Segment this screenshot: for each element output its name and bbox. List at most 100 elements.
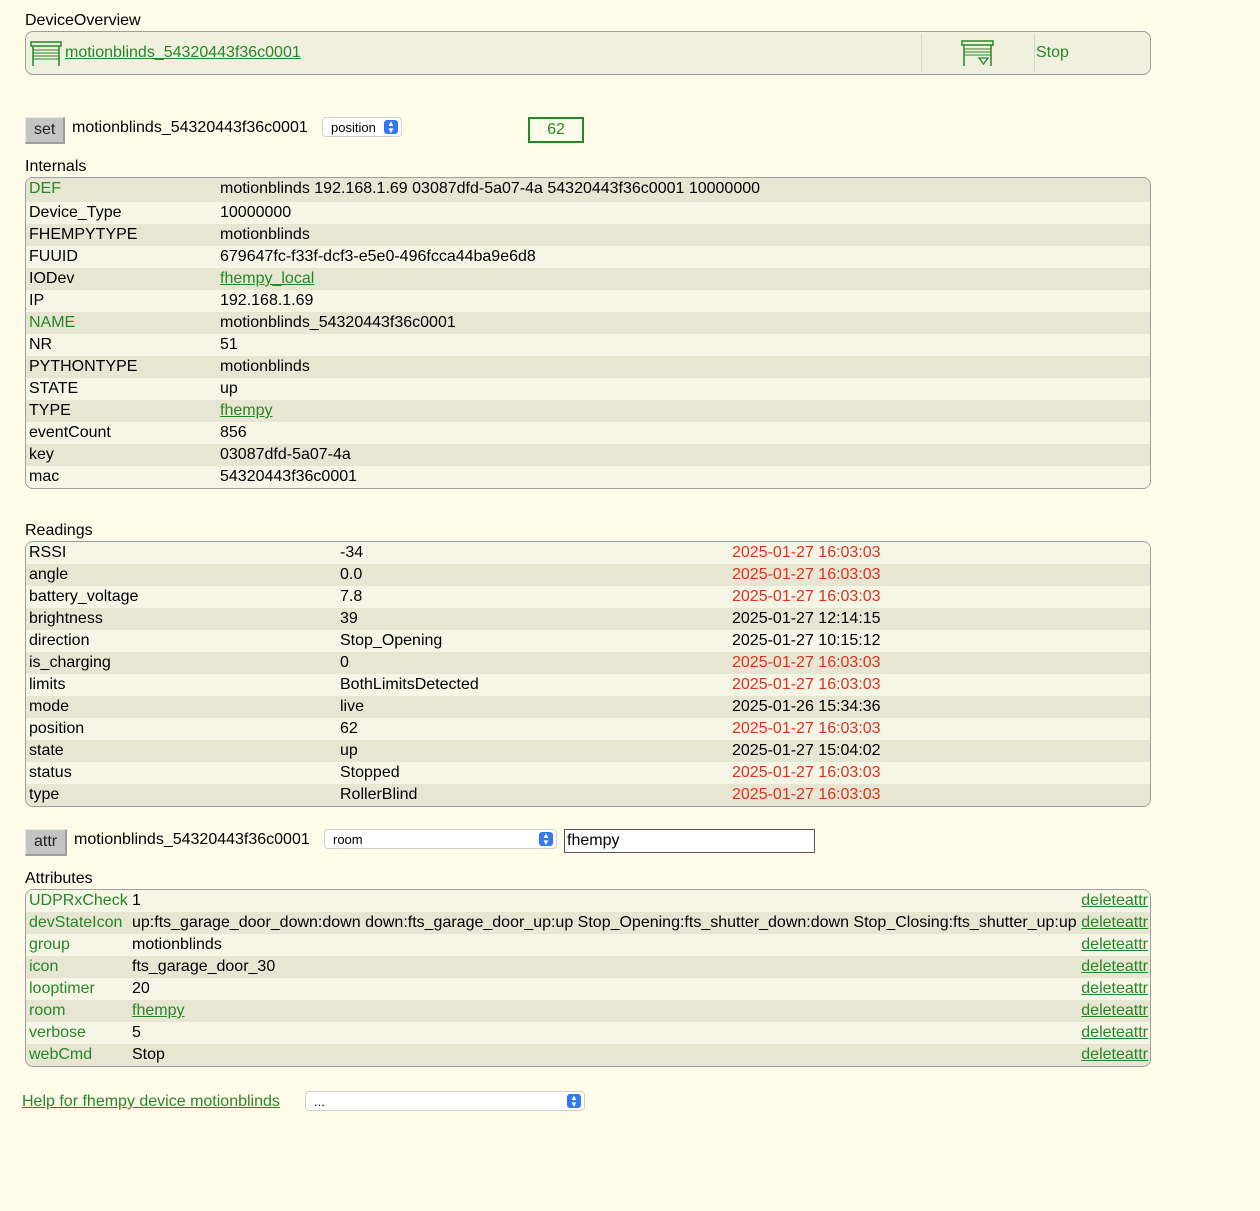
attributes-table: UDPRxCheck 1 deleteattr devStateIcon up:fts_… [25, 889, 1151, 1067]
reading-timestamp: 2025-01-27 16:03:03 [732, 764, 881, 781]
reading-value: Stop_Opening [340, 632, 443, 649]
attribute-value[interactable]: fhempy [132, 1000, 184, 1022]
internal-key: IODev [29, 270, 75, 287]
chevron-updown-icon: ▲ ▼ [567, 1094, 581, 1109]
internal-value: motionblinds [220, 358, 310, 375]
internal-value: 51 [220, 336, 238, 353]
reading-row: brightness 39 2025-01-27 12:14:15 [26, 608, 1150, 630]
reading-name: brightness [29, 610, 103, 627]
attr-button[interactable]: attr [25, 829, 68, 856]
position-value-field[interactable]: 62 [528, 117, 584, 143]
internal-value: 192.168.1.69 [220, 292, 314, 309]
reading-value: Stopped [340, 764, 400, 781]
internal-value[interactable]: fhempy_local [220, 268, 314, 290]
delete-attr-link[interactable]: deleteattr [1081, 1022, 1148, 1044]
attribute-name[interactable]: icon [29, 956, 58, 978]
internal-key[interactable]: NAME [29, 312, 75, 334]
internals-row: IODev fhempy_local [26, 268, 1150, 290]
internal-key: NR [29, 336, 53, 353]
delete-attr-link[interactable]: deleteattr [1081, 956, 1148, 978]
internal-key[interactable]: DEF [29, 178, 61, 200]
internals-row: NAME motionblinds_54320443f36c0001 [26, 312, 1150, 334]
attribute-name[interactable]: room [29, 1000, 65, 1022]
help-select-value: ... [314, 1094, 325, 1109]
attribute-row: looptimer 20 deleteattr [26, 978, 1150, 1000]
chevron-updown-icon: ▲ ▼ [539, 832, 553, 847]
delete-attr-link[interactable]: deleteattr [1081, 978, 1148, 1000]
reading-row: direction Stop_Opening 2025-01-27 10:15:12 [26, 630, 1150, 652]
internal-value[interactable]: fhempy [220, 400, 272, 422]
attribute-name[interactable]: UDPRxCheck [29, 890, 128, 912]
delete-attr-link[interactable]: deleteattr [1081, 912, 1148, 934]
device-link[interactable]: motionblinds_54320443f36c0001 [65, 44, 301, 61]
internals-row: mac 54320443f36c0001 [26, 466, 1150, 488]
reading-timestamp: 2025-01-27 16:03:03 [732, 588, 881, 605]
reading-name: battery_voltage [29, 588, 139, 605]
divider [921, 34, 922, 72]
reading-name: limits [29, 676, 66, 693]
device-state-icon[interactable] [961, 32, 995, 74]
help-link[interactable]: Help for fhempy device motionblinds [22, 1092, 280, 1112]
reading-row: type RollerBlind 2025-01-27 16:03:03 [26, 784, 1150, 806]
internal-key: IP [29, 292, 45, 309]
attribute-row: icon fts_garage_door_30 deleteattr [26, 956, 1150, 978]
reading-row: position 62 2025-01-27 16:03:03 [26, 718, 1150, 740]
reading-timestamp: 2025-01-27 16:03:03 [732, 544, 881, 561]
delete-attr-link[interactable]: deleteattr [1081, 1000, 1148, 1022]
internals-row: key 03087dfd-5a07-4a [26, 444, 1150, 466]
internals-row: STATE up [26, 378, 1150, 400]
reading-value: -34 [340, 544, 364, 561]
attribute-row: group motionblinds deleteattr [26, 934, 1150, 956]
set-button[interactable]: set [25, 117, 66, 144]
internals-row: IP 192.168.1.69 [26, 290, 1150, 312]
attribute-row: UDPRxCheck 1 deleteattr [26, 890, 1150, 912]
stop-command-link[interactable]: Stop [1036, 32, 1069, 74]
reading-name: is_charging [29, 654, 111, 671]
reading-value: 0 [340, 654, 349, 671]
reading-timestamp: 2025-01-27 15:04:02 [732, 742, 881, 759]
attribute-row: webCmd Stop deleteattr [26, 1044, 1150, 1066]
internal-value: motionblinds_54320443f36c0001 [220, 314, 456, 331]
internal-value: 03087dfd-5a07-4a [220, 446, 351, 463]
divider [1034, 34, 1035, 72]
attr-device-name: motionblinds_54320443f36c0001 [74, 831, 310, 848]
reading-row: state up 2025-01-27 15:04:02 [26, 740, 1150, 762]
internals-row: TYPE fhempy [26, 400, 1150, 422]
reading-name: position [29, 720, 85, 737]
internals-heading: Internals [25, 158, 87, 175]
delete-attr-link[interactable]: deleteattr [1081, 934, 1148, 956]
attribute-name[interactable]: group [29, 934, 70, 956]
delete-attr-link[interactable]: deleteattr [1081, 1044, 1148, 1066]
attribute-value: 1 [132, 892, 141, 909]
reading-name: status [29, 764, 72, 781]
attr-value-input[interactable] [564, 829, 815, 853]
internals-row: Device_Type 10000000 [26, 202, 1150, 224]
help-select[interactable]: ... ▲ ▼ [305, 1091, 585, 1111]
reading-name: state [29, 742, 64, 759]
internals-row: FHEMPYTYPE motionblinds [26, 224, 1150, 246]
reading-timestamp: 2025-01-27 16:03:03 [732, 654, 881, 671]
attribute-row: devStateIcon up:fts_garage_door_down:down… [26, 912, 1150, 934]
attribute-name[interactable]: webCmd [29, 1044, 92, 1066]
set-command-select[interactable]: position ▲ ▼ [322, 117, 402, 137]
reading-timestamp: 2025-01-27 16:03:03 [732, 676, 881, 693]
attribute-value: Stop [132, 1046, 165, 1063]
set-command-value: position [331, 120, 376, 135]
readings-table: RSSI -34 2025-01-27 16:03:03 angle 0.0 2025-0… [25, 541, 1151, 807]
reading-timestamp: 2025-01-27 16:03:03 [732, 786, 881, 803]
blinds-icon[interactable] [30, 32, 62, 74]
attr-name-select[interactable]: room ▲ ▼ [324, 829, 557, 849]
attribute-name[interactable]: looptimer [29, 978, 95, 1000]
internals-row: eventCount 856 [26, 422, 1150, 444]
reading-name: direction [29, 632, 90, 649]
internal-key: mac [29, 468, 60, 485]
internals-row: DEF motionblinds 192.168.1.69 03087dfd-5a… [26, 178, 1150, 202]
attribute-name[interactable]: devStateIcon [29, 912, 122, 934]
attribute-name[interactable]: verbose [29, 1022, 86, 1044]
internals-table: DEF motionblinds 192.168.1.69 03087dfd-5a… [25, 177, 1151, 489]
reading-name: type [29, 786, 60, 803]
internal-key: eventCount [29, 424, 111, 441]
delete-attr-link[interactable]: deleteattr [1081, 890, 1148, 912]
internals-row: PYTHONTYPE motionblinds [26, 356, 1150, 378]
reading-value: 39 [340, 610, 358, 627]
